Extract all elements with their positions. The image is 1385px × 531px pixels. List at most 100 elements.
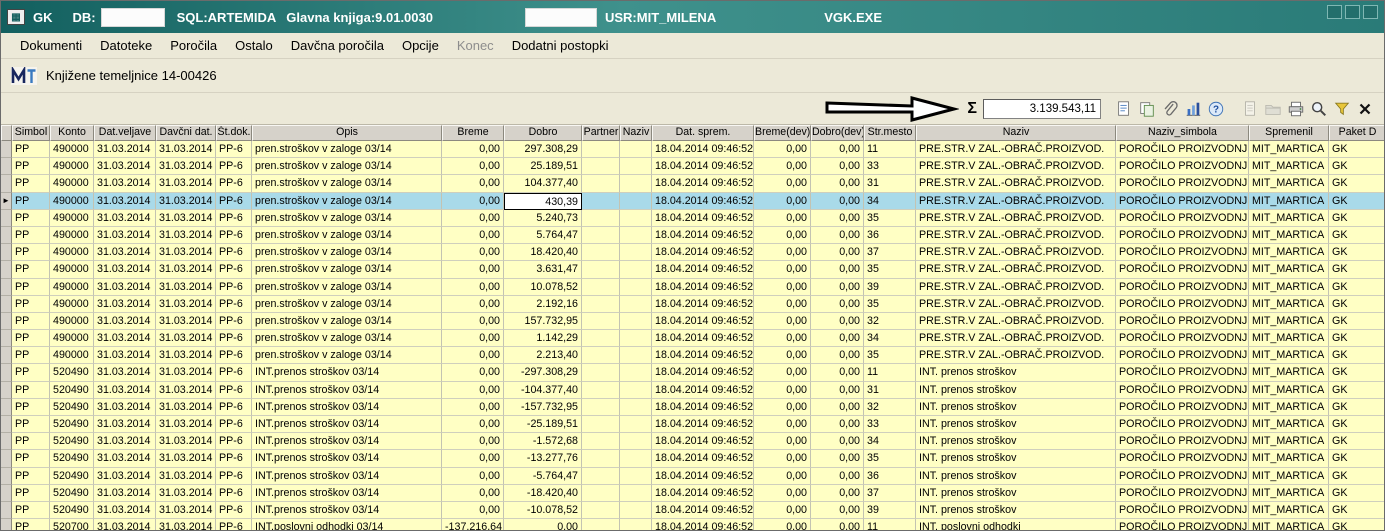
cell-dobro-dev[interactable]: 0,00: [811, 295, 864, 313]
cell-paket[interactable]: GK: [1329, 244, 1384, 262]
cell-str-mesto[interactable]: 34: [864, 330, 916, 348]
cell-naziv-simbola[interactable]: POROČILO PROIZVODNJE: [1116, 278, 1249, 296]
cell-str-mesto[interactable]: 37: [864, 484, 916, 502]
cell-dobro[interactable]: 1.142,29: [504, 330, 582, 348]
cell-opis[interactable]: pren.stroškov v zaloge 03/14: [252, 158, 442, 176]
cell-opis[interactable]: INT.prenos stroškov 03/14: [252, 467, 442, 485]
cell-partner[interactable]: [582, 226, 620, 245]
cell-davcni-dat[interactable]: 31.03.2014: [156, 501, 216, 520]
cell-partner[interactable]: [582, 501, 620, 520]
cell-simbol[interactable]: PP: [12, 416, 50, 434]
cell-davcni-dat[interactable]: 31.03.2014: [156, 141, 216, 159]
cell-dobro[interactable]: -18.420,40: [504, 484, 582, 502]
cell-dat-veljave[interactable]: 31.03.2014: [94, 416, 156, 434]
cell-dobro-dev[interactable]: 0,00: [811, 261, 864, 279]
cell-opis[interactable]: INT.prenos stroškov 03/14: [252, 398, 442, 416]
column-header-partner[interactable]: Partner: [582, 125, 620, 141]
column-header-str-mesto[interactable]: Str.mesto: [864, 125, 916, 141]
cell-paket[interactable]: GK: [1329, 261, 1384, 279]
cell-davcni-dat[interactable]: 31.03.2014: [156, 175, 216, 193]
cell-naziv[interactable]: [620, 158, 652, 176]
cell-opis[interactable]: pren.stroškov v zaloge 03/14: [252, 175, 442, 193]
cell-dobro[interactable]: -157.732,95: [504, 398, 582, 416]
cell-naziv2[interactable]: PRE.STR.V ZAL.-OBRAČ.PROIZVOD.: [916, 141, 1116, 159]
cell-breme[interactable]: 0,00: [442, 450, 504, 468]
cell-breme-dev[interactable]: 0,00: [754, 398, 811, 416]
cell-breme-dev[interactable]: 0,00: [754, 312, 811, 331]
cell-dat-veljave[interactable]: 31.03.2014: [94, 226, 156, 245]
row-marker[interactable]: [1, 484, 12, 502]
cell-naziv[interactable]: [620, 278, 652, 296]
cell-paket[interactable]: GK: [1329, 450, 1384, 468]
cell-simbol[interactable]: PP: [12, 364, 50, 382]
cell-dobro-dev[interactable]: 0,00: [811, 484, 864, 502]
cell-dobro-dev[interactable]: 0,00: [811, 398, 864, 416]
cell-st-dok[interactable]: PP-6: [216, 501, 252, 520]
column-header-dat-sprem[interactable]: Dat. sprem.: [652, 125, 754, 141]
cell-naziv-simbola[interactable]: POROČILO PROIZVODNJE: [1116, 347, 1249, 365]
cell-opis[interactable]: pren.stroškov v zaloge 03/14: [252, 295, 442, 313]
row-marker[interactable]: [1, 261, 12, 279]
cell-dobro[interactable]: -297.308,29: [504, 364, 582, 382]
cell-dat-veljave[interactable]: 31.03.2014: [94, 450, 156, 468]
cell-str-mesto[interactable]: 35: [864, 450, 916, 468]
cell-konto[interactable]: 520490: [50, 484, 94, 502]
cell-st-dok[interactable]: PP-6: [216, 226, 252, 245]
cell-spremenil[interactable]: MIT_MARTICA: [1249, 467, 1329, 485]
cell-breme[interactable]: 0,00: [442, 244, 504, 262]
cell-breme[interactable]: 0,00: [442, 416, 504, 434]
cell-naziv[interactable]: [620, 398, 652, 416]
cell-naziv2[interactable]: INT. prenos stroškov: [916, 501, 1116, 520]
cell-dat-sprem[interactable]: 18.04.2014 09:46:52: [652, 364, 754, 382]
cell-simbol[interactable]: PP: [12, 312, 50, 331]
cell-paket[interactable]: GK: [1329, 364, 1384, 382]
row-marker[interactable]: [1, 244, 12, 262]
cell-partner[interactable]: [582, 467, 620, 485]
row-marker[interactable]: [1, 209, 12, 227]
cell-dobro-dev[interactable]: 0,00: [811, 158, 864, 176]
cell-opis[interactable]: pren.stroškov v zaloge 03/14: [252, 192, 442, 210]
cell-str-mesto[interactable]: 11: [864, 364, 916, 382]
cell-davcni-dat[interactable]: 31.03.2014: [156, 398, 216, 416]
cell-paket[interactable]: GK: [1329, 485, 1384, 502]
cell-simbol[interactable]: PP: [12, 244, 50, 262]
cell-dobro-dev[interactable]: 0,00: [811, 433, 864, 451]
cell-naziv2[interactable]: INT. prenos stroškov: [916, 484, 1116, 502]
cell-opis[interactable]: pren.stroškov v zaloge 03/14: [252, 209, 442, 227]
cell-naziv2[interactable]: PRE.STR.V ZAL.-OBRAČ.PROIZVOD.: [916, 244, 1116, 262]
column-header-opis[interactable]: Opis: [252, 125, 442, 141]
cell-opis[interactable]: INT.prenos stroškov 03/14: [252, 484, 442, 502]
cell-str-mesto[interactable]: 35: [864, 261, 916, 279]
cell-st-dok[interactable]: PP-6: [216, 330, 252, 348]
cell-breme[interactable]: 0,00: [442, 484, 504, 502]
cell-breme-dev[interactable]: 0,00: [754, 450, 811, 468]
cell-dobro[interactable]: 297.308,29: [504, 141, 582, 159]
maximize-button[interactable]: [1345, 5, 1360, 19]
cell-simbol[interactable]: PP: [12, 261, 50, 279]
cell-breme-dev[interactable]: 0,00: [754, 484, 811, 502]
cell-st-dok[interactable]: PP-6: [216, 416, 252, 434]
minimize-button[interactable]: [1327, 5, 1342, 19]
cell-dat-veljave[interactable]: 31.03.2014: [94, 330, 156, 348]
cell-dat-sprem[interactable]: 18.04.2014 09:46:52: [652, 398, 754, 416]
cell-dobro[interactable]: -5.764,47: [504, 467, 582, 485]
cell-dobro[interactable]: -104.377,40: [504, 381, 582, 399]
cell-dobro-dev[interactable]: 0,00: [811, 364, 864, 382]
cell-naziv[interactable]: [620, 192, 652, 210]
cell-paket[interactable]: GK: [1329, 399, 1384, 416]
cell-st-dok[interactable]: PP-6: [216, 261, 252, 279]
cell-spremenil[interactable]: MIT_MARTICA: [1249, 484, 1329, 502]
cell-breme-dev[interactable]: 0,00: [754, 519, 811, 530]
cell-naziv-simbola[interactable]: POROČILO PROIZVODNJE: [1116, 484, 1249, 502]
cell-naziv[interactable]: [620, 467, 652, 485]
cell-dat-sprem[interactable]: 18.04.2014 09:46:52: [652, 192, 754, 210]
cell-paket[interactable]: GK: [1329, 433, 1384, 451]
cell-konto[interactable]: 490000: [50, 278, 94, 296]
cell-breme-dev[interactable]: 0,00: [754, 192, 811, 210]
column-header-dobro[interactable]: Dobro: [504, 125, 582, 141]
cell-dat-veljave[interactable]: 31.03.2014: [94, 209, 156, 227]
column-header-paket[interactable]: Paket D: [1329, 125, 1384, 141]
cell-naziv[interactable]: [620, 295, 652, 313]
cell-spremenil[interactable]: MIT_MARTICA: [1249, 519, 1329, 530]
cell-dobro[interactable]: 0,00: [504, 519, 582, 530]
